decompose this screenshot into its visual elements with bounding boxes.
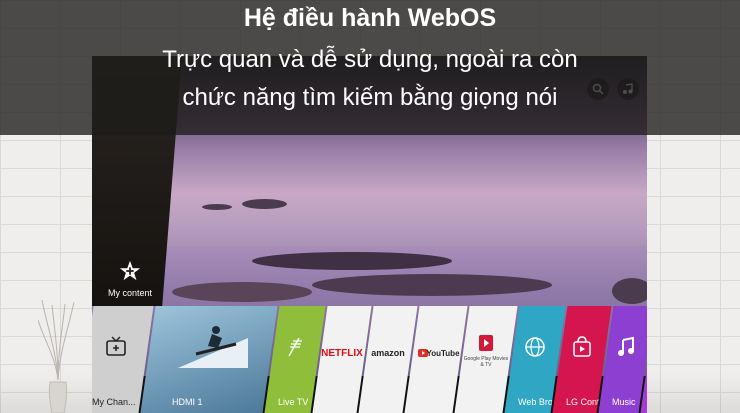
tile-label: Music (612, 397, 636, 407)
vase-decoration (38, 300, 75, 413)
launcher-bar: My Chan... HDMI 1 Live TV NETFLIX amazon… (92, 306, 647, 413)
antenna-icon (288, 337, 302, 357)
rock (242, 199, 287, 209)
google-play-logo: Google Play Movies & TV (463, 356, 509, 368)
caption-title: Hệ điều hành WebOS (243, 4, 497, 32)
tile-label: My Chan... (92, 397, 136, 407)
caption-line-2: chức năng tìm kiếm bằng giọng nói (182, 84, 558, 111)
globe-icon (525, 337, 545, 357)
tile-hdmi-1[interactable]: HDMI 1 (140, 306, 278, 413)
snowboarder-image (178, 326, 248, 368)
rock (252, 252, 452, 270)
rock (612, 278, 647, 304)
netflix-logo: NETFLIX (321, 348, 363, 359)
music-icon (618, 336, 634, 356)
lg-store-icon (573, 336, 591, 357)
google-play-movies-icon (479, 335, 493, 351)
youtube-logo: YouTube (426, 349, 460, 358)
caption-line-1: Trực quan và dễ sử dụng, ngoài ra còn (162, 46, 578, 73)
my-content-label: My content (107, 288, 153, 298)
rock (172, 282, 312, 302)
tile-label: HDMI 1 (172, 397, 203, 407)
my-content-button[interactable]: My content (100, 260, 160, 298)
rock (312, 274, 552, 296)
amazon-logo: amazon (371, 348, 405, 358)
tv-plus-icon (106, 336, 126, 356)
caption-overlay: Hệ điều hành WebOS Trực quan và dễ sử dụ… (0, 0, 740, 135)
star-plus-icon (119, 260, 141, 281)
rock (202, 204, 232, 210)
tile-label: Live TV (278, 397, 309, 407)
